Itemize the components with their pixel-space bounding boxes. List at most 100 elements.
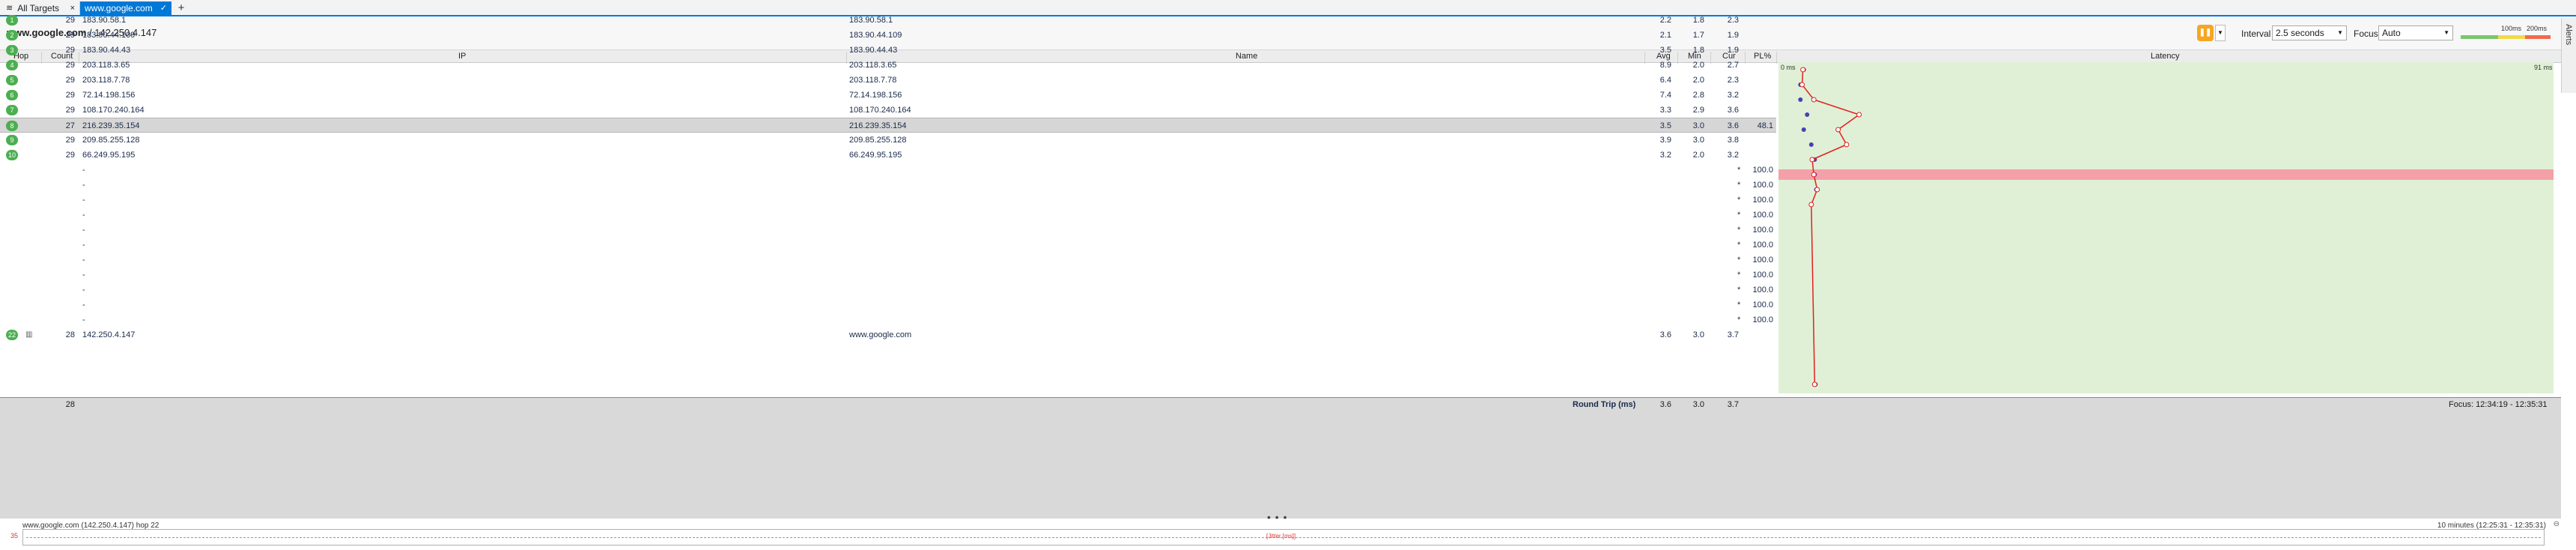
cur-cell: 3.2 <box>1727 151 1739 160</box>
splitter-handle[interactable]: • • • <box>1267 511 1287 523</box>
ip-cell: 108.170.240.164 <box>82 106 145 115</box>
pause-icon: ❚❚ <box>2199 28 2212 37</box>
avg-latency-point <box>1811 97 1817 103</box>
cur-cell: 1.9 <box>1727 31 1739 40</box>
table-row-timeout[interactable]: - * 100.0 <box>0 312 1776 327</box>
table-row-timeout[interactable]: - * 100.0 <box>0 223 1776 238</box>
pl-cell: 100.0 <box>1752 285 1773 294</box>
pl-cell: 100.0 <box>1752 300 1773 309</box>
avg-cell: 8.9 <box>1659 61 1671 70</box>
table-row[interactable]: 2 29 183.90.44.109 183.90.44.109 2.1 1.7 1.9 <box>0 28 1776 43</box>
scale-bar-bad <box>2525 35 2551 39</box>
focus-select[interactable]: Auto ▼ <box>2378 25 2453 40</box>
cur-cell: 3.6 <box>1727 106 1739 115</box>
table-row-timeout[interactable]: - * 100.0 <box>0 282 1776 297</box>
cur-cell: * <box>1737 196 1741 205</box>
cur-cell: * <box>1737 211 1741 220</box>
table-row-destination[interactable]: 22 ▥ 28 142.250.4.147 www.google.com 3.6 3.0 3.… <box>0 327 1776 342</box>
avg-latency-point <box>1799 82 1805 88</box>
table-row-timeout[interactable]: - * 100.0 <box>0 297 1776 312</box>
count-cell: 29 <box>65 76 75 85</box>
scale-label-100: 100ms <box>2501 25 2522 32</box>
cur-cell: 3.6 <box>1727 121 1739 130</box>
count-cell: 29 <box>65 91 75 100</box>
cur-cell: 3.2 <box>1727 91 1739 100</box>
ip-cell: - <box>82 300 85 309</box>
avg-cell: 3.5 <box>1659 121 1671 130</box>
name-cell: 108.170.240.164 <box>849 106 911 115</box>
ip-cell: 183.90.44.43 <box>82 46 131 55</box>
cur-cell: 2.3 <box>1727 76 1739 85</box>
pl-cell: 48.1 <box>1757 121 1773 130</box>
cur-cell: * <box>1737 226 1741 235</box>
close-icon[interactable]: ⊖ <box>2554 520 2560 528</box>
min-cell: 2.9 <box>1692 106 1704 115</box>
ip-cell: - <box>82 166 85 175</box>
alerts-sidebar[interactable]: Alerts <box>2561 18 2576 93</box>
table-row[interactable]: 6 29 72.14.198.156 72.14.198.156 7.4 2.8 3.2 <box>0 88 1776 103</box>
avg-cell: 6.4 <box>1659 76 1671 85</box>
table-row-timeout[interactable]: - * 100.0 <box>0 208 1776 223</box>
count-cell: 29 <box>65 31 75 40</box>
summary-avg: 3.6 <box>1659 400 1671 409</box>
min-cell: 2.8 <box>1692 91 1704 100</box>
min-cell: 2.0 <box>1692 76 1704 85</box>
table-row[interactable]: 1 29 183.90.58.1 183.90.58.1 2.2 1.8 2.3 <box>0 13 1776 28</box>
ip-cell: - <box>82 271 85 279</box>
latency-point <box>1808 142 1814 147</box>
ip-cell: 203.118.7.78 <box>82 76 130 85</box>
min-cell: 3.0 <box>1692 121 1704 130</box>
min-cell: 3.0 <box>1692 330 1704 339</box>
pause-dropdown-button[interactable]: ▼ <box>2215 25 2226 41</box>
table-row-timeout[interactable]: - * 100.0 <box>0 268 1776 282</box>
bar-chart-icon[interactable]: ▥ <box>25 330 32 339</box>
ip-cell: 183.90.58.1 <box>82 16 127 25</box>
pl-cell: 100.0 <box>1752 181 1773 190</box>
pause-button[interactable]: ❚❚ <box>2197 25 2214 41</box>
round-trip-summary: 28 Round Trip (ms) 3.6 3.0 3.7 Focus: 12… <box>0 397 2561 411</box>
pl-cell: 100.0 <box>1752 196 1773 205</box>
table-row-timeout[interactable]: - * 100.0 <box>0 238 1776 253</box>
table-row[interactable]: 4 29 203.118.3.65 203.118.3.65 8.9 2.0 2.7 <box>0 58 1776 73</box>
cur-cell: * <box>1737 300 1741 309</box>
empty-panel <box>0 411 2561 519</box>
table-row[interactable]: 7 29 108.170.240.164 108.170.240.164 3.3 2.9 3… <box>0 103 1776 118</box>
count-cell: 29 <box>65 16 75 25</box>
table-row-timeout[interactable]: - * 100.0 <box>0 178 1776 193</box>
name-cell: 203.118.7.78 <box>849 76 897 85</box>
ip-cell: - <box>82 181 85 190</box>
ip-cell: - <box>82 285 85 294</box>
cur-cell: 2.3 <box>1727 16 1739 25</box>
col-latency[interactable]: Latency <box>2151 52 2180 61</box>
timeline-chart[interactable]: [Jitter [ms]] <box>22 529 2545 546</box>
table-row-timeout[interactable]: - * 100.0 <box>0 163 1776 178</box>
table-row[interactable]: 10 29 66.249.95.195 66.249.95.195 3.2 2.0 3.2 <box>0 148 1776 163</box>
latency-trace-graph <box>1778 67 2554 387</box>
ip-cell: 72.14.198.156 <box>82 91 136 100</box>
cur-cell: * <box>1737 256 1741 265</box>
table-row-timeout[interactable]: - * 100.0 <box>0 253 1776 268</box>
avg-cell: 2.1 <box>1659 31 1671 40</box>
cur-cell: * <box>1737 271 1741 279</box>
col-divider <box>1776 52 1777 64</box>
scale-bar-good <box>2461 35 2498 39</box>
table-row[interactable]: 9 29 209.85.255.128 209.85.255.128 3.9 3.0 3.8 <box>0 133 1776 148</box>
cur-cell: 1.9 <box>1727 46 1739 55</box>
interval-select[interactable]: 2.5 seconds ▼ <box>2272 25 2347 40</box>
latency-scale-legend: 100ms 200ms <box>2461 25 2551 40</box>
avg-latency-point <box>1844 142 1850 148</box>
chevron-down-icon: ▼ <box>2337 29 2343 36</box>
count-cell: 29 <box>65 106 75 115</box>
table-row-timeout[interactable]: - * 100.0 <box>0 193 1776 208</box>
hop-badge: 6 <box>6 90 18 100</box>
name-link[interactable]: www.google.com <box>849 330 911 339</box>
cur-cell: * <box>1737 181 1741 190</box>
avg-cell: 3.5 <box>1659 46 1671 55</box>
avg-cell: 2.2 <box>1659 16 1671 25</box>
table-row[interactable]: 8 27 216.239.35.154 216.239.35.154 3.5 3.0 3.6… <box>0 118 1776 133</box>
table-row[interactable]: 3 29 183.90.44.43 183.90.44.43 3.5 1.8 1.9 <box>0 43 1776 58</box>
interval-label: Interval <box>2241 28 2271 39</box>
summary-cur: 3.7 <box>1727 400 1739 409</box>
min-cell: 3.0 <box>1692 136 1704 145</box>
table-row[interactable]: 5 29 203.118.7.78 203.118.7.78 6.4 2.0 2.3 <box>0 73 1776 88</box>
